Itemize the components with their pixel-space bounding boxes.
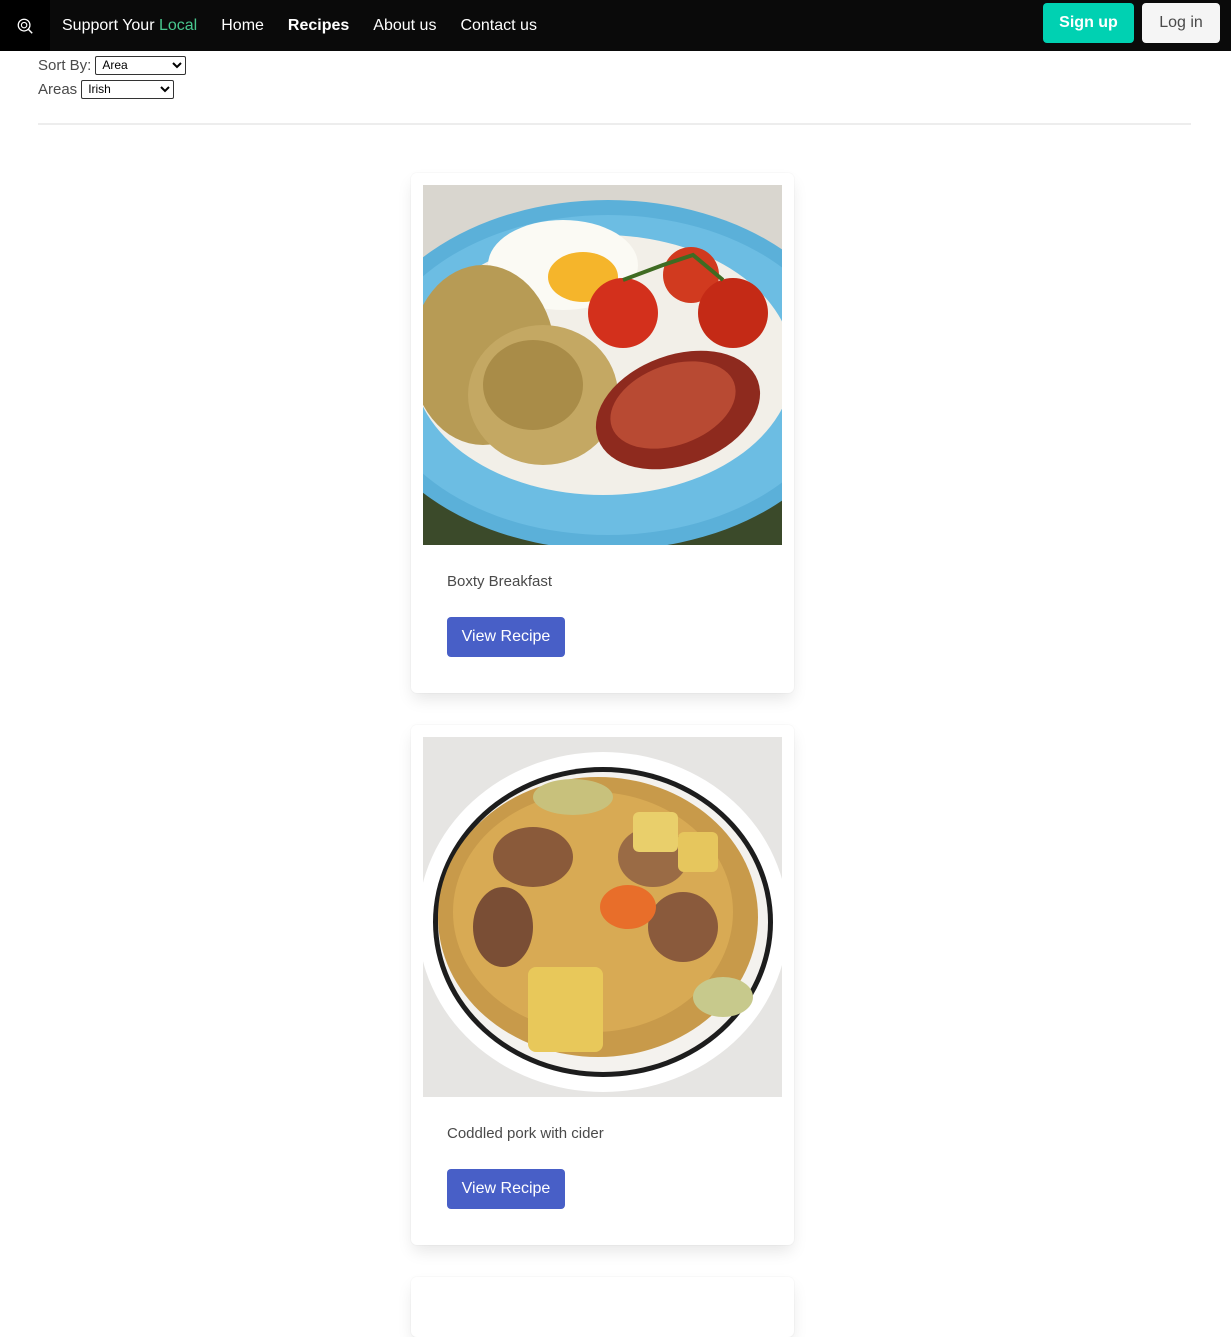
areas-row: Areas Irish: [38, 77, 186, 101]
recipe-title: Boxty Breakfast: [447, 573, 553, 590]
areas-select[interactable]: Irish: [81, 79, 175, 99]
recipe-image-coddled-pork: [423, 737, 782, 1097]
top-navbar: Support Your Local Home Recipes About us…: [0, 0, 1231, 51]
areas-label: Areas: [38, 80, 78, 98]
sort-label: Sort By:: [38, 56, 92, 74]
divider: [38, 123, 1191, 125]
recipe-card: Coddled pork with cider View Recipe: [411, 725, 794, 1245]
recipe-image-boxty: [423, 185, 782, 545]
auth-buttons: Sign up Log in: [1043, 3, 1220, 43]
nav-link-recipes[interactable]: Recipes: [288, 17, 349, 35]
brand-accent: Local: [158, 16, 198, 34]
recipe-title: Coddled pork with cider: [447, 1125, 604, 1142]
sort-select[interactable]: Area: [95, 55, 187, 75]
signup-button[interactable]: Sign up: [1043, 3, 1134, 43]
brand-name[interactable]: Support Your Local: [62, 17, 197, 35]
view-recipe-button[interactable]: View Recipe: [447, 617, 565, 657]
login-button[interactable]: Log in: [1142, 3, 1220, 43]
view-recipe-button[interactable]: View Recipe: [447, 1169, 565, 1209]
nav-link-home[interactable]: Home: [221, 17, 264, 35]
nav-link-about[interactable]: About us: [373, 17, 436, 35]
filters-panel: Sort By: Area Areas Irish: [38, 53, 187, 101]
recipe-card: Boxty Breakfast View Recipe: [411, 173, 794, 693]
nav-link-contact[interactable]: Contact us: [460, 17, 536, 35]
brand-prefix: Support Your: [62, 16, 155, 34]
sort-row: Sort By: Area: [38, 53, 187, 77]
recipe-card: [411, 1277, 794, 1337]
brand-logo-icon[interactable]: [0, 0, 50, 51]
